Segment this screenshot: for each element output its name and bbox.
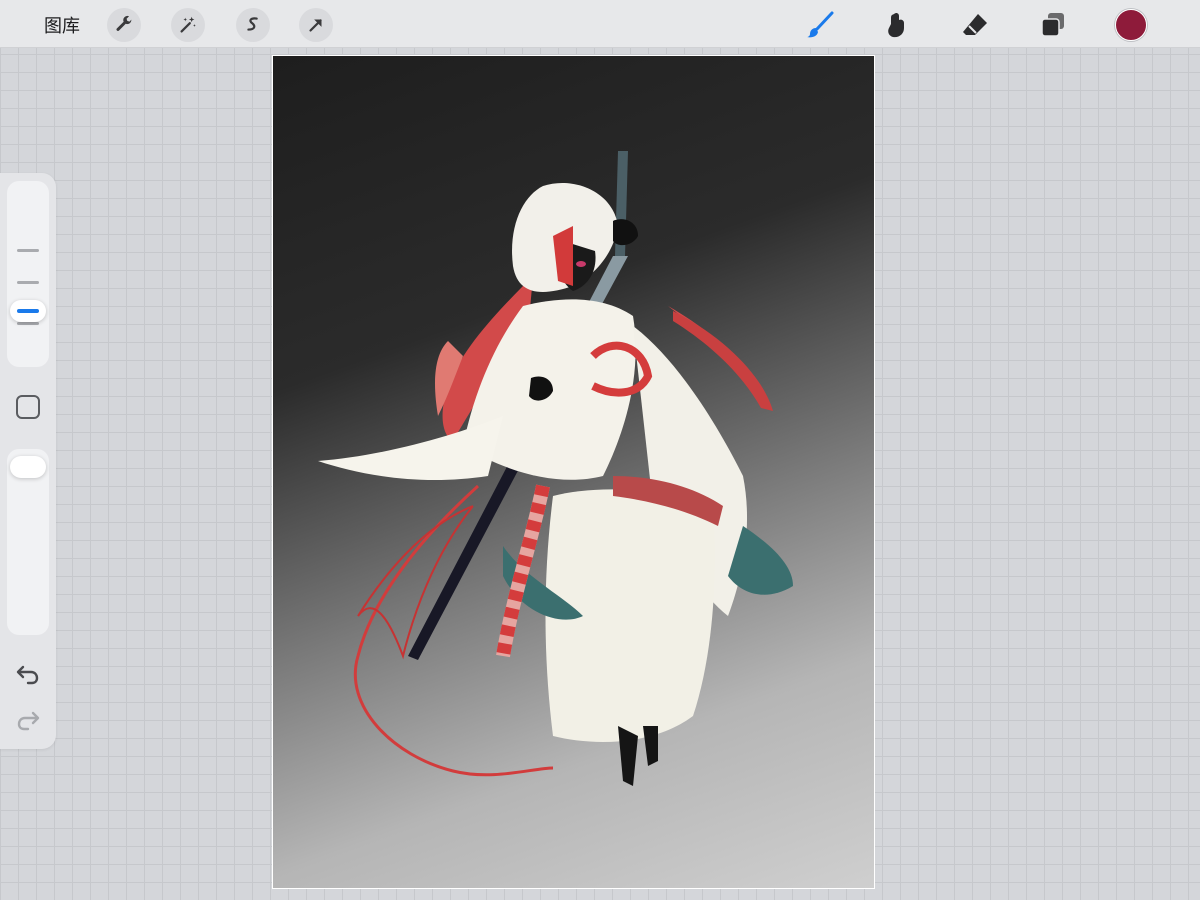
wrench-icon [116, 15, 132, 31]
slider-tick [17, 281, 39, 284]
left-sidebar [0, 173, 56, 749]
layers-tool-button[interactable] [1036, 8, 1070, 42]
eraser-tool-button[interactable] [958, 8, 992, 42]
magic-wand-icon [180, 16, 196, 33]
drawing-canvas[interactable] [272, 55, 875, 889]
redo-icon[interactable] [14, 706, 42, 734]
slider-tick [17, 322, 39, 325]
actions-button[interactable] [107, 8, 141, 42]
undo-icon[interactable] [14, 660, 42, 688]
brush-tool-button[interactable] [803, 8, 837, 42]
brush-size-slider[interactable] [7, 181, 49, 367]
opacity-slider[interactable] [7, 449, 49, 635]
arrow-cursor-icon [309, 19, 322, 32]
artwork-illustration [318, 151, 793, 786]
smudge-icon [888, 12, 904, 38]
transform-button[interactable] [299, 8, 333, 42]
gallery-button[interactable]: 图库 [44, 12, 80, 38]
layers-icon [1041, 13, 1064, 37]
modify-button[interactable] [16, 395, 40, 419]
slider-tick [17, 249, 39, 252]
color-picker-button[interactable] [1115, 9, 1147, 41]
eraser-icon [963, 14, 987, 35]
brush-size-indicator [17, 309, 39, 313]
smudge-tool-button[interactable] [880, 8, 914, 42]
top-toolbar: 图库 [0, 0, 1200, 48]
brush-size-thumb[interactable] [10, 300, 46, 322]
brush-icon [807, 11, 834, 38]
opacity-thumb[interactable] [10, 456, 46, 478]
selection-button[interactable] [236, 8, 270, 42]
adjustments-button[interactable] [171, 8, 205, 42]
selection-icon [247, 17, 258, 31]
